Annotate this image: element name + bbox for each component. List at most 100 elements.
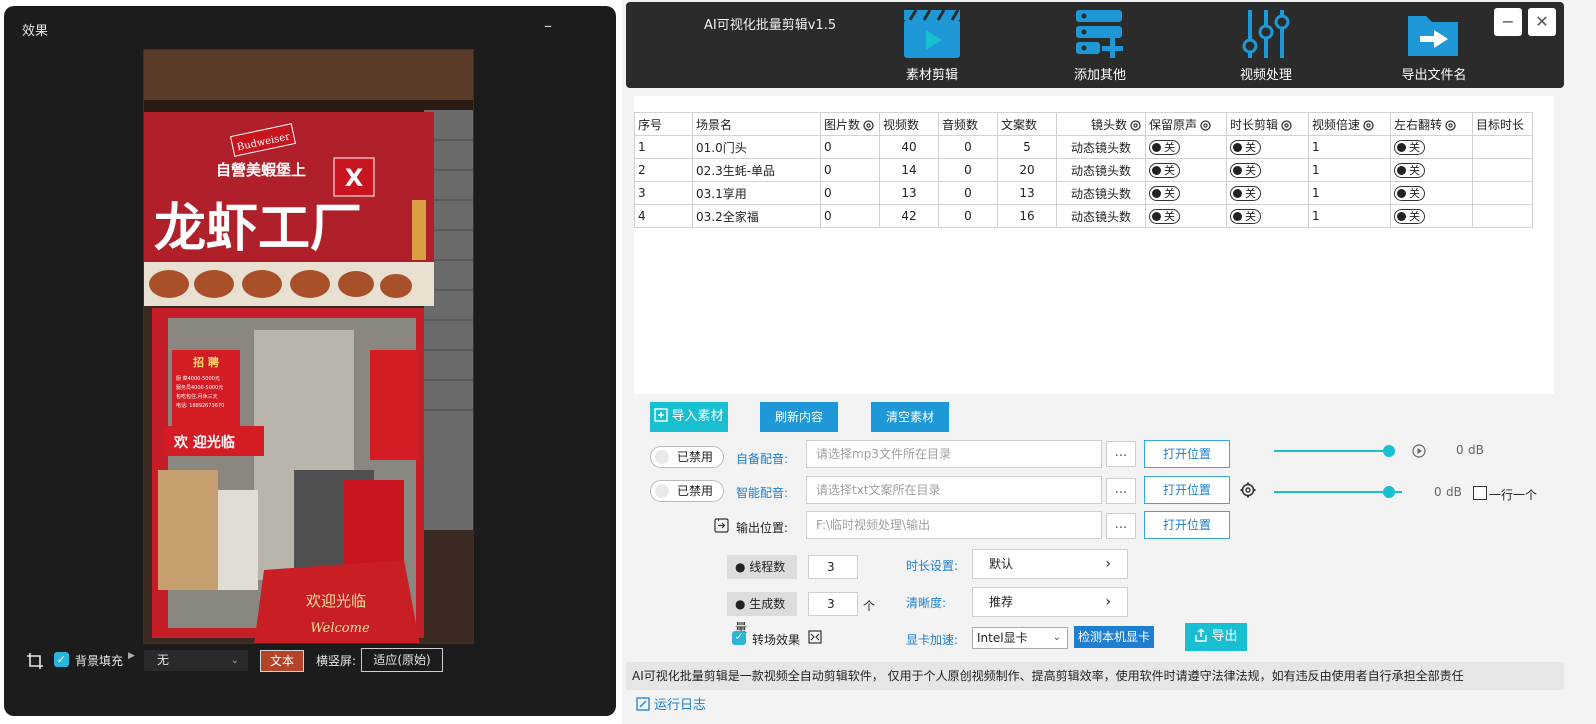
table-row[interactable]: 1 01.0门头 0 40 0 5 动态镜头数 关 关 1 关 <box>634 135 1533 159</box>
trim-toggle[interactable]: 关 <box>1230 208 1261 224</box>
cell-speed[interactable]: 1 <box>1308 181 1391 205</box>
own-audio-open-button[interactable]: 打开位置 <box>1144 440 1230 468</box>
refresh-content-button[interactable]: 刷新内容 <box>760 402 838 432</box>
flip-toggle[interactable]: 关 <box>1394 139 1425 155</box>
text-button[interactable]: 文本 <box>260 650 304 672</box>
table-row[interactable]: 2 02.3生蚝-单品 0 14 0 20 动态镜头数 关 关 1 关 <box>634 158 1533 182</box>
flip-toggle[interactable]: 关 <box>1394 162 1425 178</box>
col-header[interactable]: 场景名 <box>692 112 821 136</box>
gear-icon[interactable] <box>1444 119 1457 132</box>
app-close-button[interactable]: ✕ <box>1528 8 1556 36</box>
keep-audio-toggle[interactable]: 关 <box>1149 162 1180 178</box>
bg-fill-select[interactable]: 无 ⌄ <box>144 650 248 671</box>
cell-speed[interactable]: 1 <box>1308 204 1391 228</box>
cell-keep-audio[interactable]: 关 <box>1145 181 1227 205</box>
cell-keep-audio[interactable]: 关 <box>1145 135 1227 159</box>
cell-shots[interactable]: 动态镜头数 <box>1056 135 1146 159</box>
duration-setting-select[interactable]: 默认 › <box>972 549 1128 579</box>
trim-toggle[interactable]: 关 <box>1230 185 1261 201</box>
own-audio-browse-button[interactable]: ... <box>1106 441 1136 467</box>
cell-target-duration[interactable] <box>1472 158 1533 182</box>
col-header[interactable]: 序号 <box>634 112 693 136</box>
cell-scene[interactable]: 03.1享用 <box>692 181 821 205</box>
output-location-input[interactable]: F:\临时视频处理\输出 <box>806 511 1102 539</box>
gear-icon[interactable] <box>1362 119 1375 132</box>
col-header[interactable]: 视频数 <box>879 112 939 136</box>
table-row[interactable]: 3 03.1享用 0 13 0 13 动态镜头数 关 关 1 关 <box>634 181 1533 205</box>
col-header[interactable]: 文案数 <box>997 112 1057 136</box>
cell-trim[interactable]: 关 <box>1226 135 1309 159</box>
gear-icon[interactable] <box>1129 119 1142 132</box>
smart-audio-browse-button[interactable]: ... <box>1106 478 1136 504</box>
smart-audio-open-button[interactable]: 打开位置 <box>1144 476 1230 504</box>
col-header[interactable]: 保留原声 <box>1145 112 1227 136</box>
keep-audio-toggle[interactable]: 关 <box>1149 185 1180 201</box>
smart-audio-toggle[interactable]: 已禁用 <box>650 480 724 502</box>
detect-gpu-button[interactable]: 检测本机显卡 <box>1074 626 1155 648</box>
cell-speed[interactable]: 1 <box>1308 135 1391 159</box>
tool-export-filename[interactable]: 导出文件名 <box>1384 8 1484 83</box>
output-browse-button[interactable]: ... <box>1106 513 1136 539</box>
tool-video-process[interactable]: 视频处理 <box>1216 8 1316 83</box>
col-header[interactable]: 视频倍速 <box>1308 112 1391 136</box>
gear-icon[interactable] <box>862 119 875 132</box>
trim-toggle[interactable]: 关 <box>1230 139 1261 155</box>
run-log-link[interactable]: 运行日志 <box>636 694 706 713</box>
flip-toggle[interactable]: 关 <box>1394 185 1425 201</box>
col-header[interactable]: 时长剪辑 <box>1226 112 1309 136</box>
cell-trim[interactable]: 关 <box>1226 204 1309 228</box>
cell-keep-audio[interactable]: 关 <box>1145 204 1227 228</box>
gear-icon[interactable] <box>1240 482 1256 498</box>
gpu-select[interactable]: Intel显卡 ⌄ <box>972 627 1068 649</box>
table-row[interactable]: 4 03.2全家福 0 42 0 16 动态镜头数 关 关 1 关 <box>634 204 1533 228</box>
clarity-select[interactable]: 推荐 › <box>972 587 1128 617</box>
cell-speed[interactable]: 1 <box>1308 158 1391 182</box>
cell-flip[interactable]: 关 <box>1390 158 1473 182</box>
col-header[interactable]: 目标时长 <box>1472 112 1533 136</box>
threads-input[interactable]: 3 <box>808 555 858 579</box>
cell-shots[interactable]: 动态镜头数 <box>1056 204 1146 228</box>
cell-scene[interactable]: 01.0门头 <box>692 135 821 159</box>
gear-icon[interactable] <box>1199 119 1212 132</box>
own-audio-volume-slider[interactable] <box>1274 450 1392 452</box>
app-minimize-button[interactable]: − <box>1494 8 1522 36</box>
play-icon[interactable] <box>1412 444 1426 458</box>
cell-shots[interactable]: 动态镜头数 <box>1056 158 1146 182</box>
import-material-button[interactable]: 导入素材 <box>650 402 728 432</box>
keep-audio-toggle[interactable]: 关 <box>1149 208 1180 224</box>
export-button[interactable]: 导出 <box>1185 623 1247 651</box>
own-audio-toggle[interactable]: 已禁用 <box>650 446 724 468</box>
keep-audio-toggle[interactable]: 关 <box>1149 139 1180 155</box>
own-audio-input[interactable]: 请选择mp3文件所在目录 <box>806 440 1102 468</box>
cell-shots[interactable]: 动态镜头数 <box>1056 181 1146 205</box>
transition-effect-icon[interactable] <box>808 630 822 644</box>
output-open-button[interactable]: 打开位置 <box>1144 511 1230 539</box>
col-header[interactable]: 音频数 <box>938 112 998 136</box>
cell-target-duration[interactable] <box>1472 181 1533 205</box>
col-header[interactable]: 图片数 <box>820 112 880 136</box>
trim-toggle[interactable]: 关 <box>1230 162 1261 178</box>
cell-scene[interactable]: 02.3生蚝-单品 <box>692 158 821 182</box>
col-header[interactable]: 镜头数 <box>1056 112 1146 136</box>
cell-flip[interactable]: 关 <box>1390 135 1473 159</box>
cell-keep-audio[interactable]: 关 <box>1145 158 1227 182</box>
cell-flip[interactable]: 关 <box>1390 181 1473 205</box>
minimize-button[interactable]: – <box>544 16 552 35</box>
orientation-button[interactable]: 适应(原始) <box>361 648 443 672</box>
cell-trim[interactable]: 关 <box>1226 158 1309 182</box>
smart-audio-input[interactable]: 请选择txt文案所在目录 <box>806 476 1102 504</box>
slider-handle[interactable] <box>1383 486 1395 498</box>
gen-count-input[interactable]: 3 <box>808 592 858 616</box>
tool-material-edit[interactable]: 素材剪辑 <box>882 8 982 83</box>
transition-checkbox[interactable]: ✓ <box>732 631 746 645</box>
clear-material-button[interactable]: 清空素材 <box>871 402 949 432</box>
cell-flip[interactable]: 关 <box>1390 204 1473 228</box>
bg-fill-checkbox[interactable]: ✓ <box>54 652 69 667</box>
tool-add-other[interactable]: 添加其他 <box>1050 8 1150 83</box>
one-per-line-checkbox[interactable] <box>1473 486 1487 500</box>
crop-icon[interactable] <box>26 652 44 670</box>
cell-trim[interactable]: 关 <box>1226 181 1309 205</box>
col-header[interactable]: 左右翻转 <box>1390 112 1473 136</box>
cell-target-duration[interactable] <box>1472 135 1533 159</box>
gear-icon[interactable] <box>1280 119 1293 132</box>
